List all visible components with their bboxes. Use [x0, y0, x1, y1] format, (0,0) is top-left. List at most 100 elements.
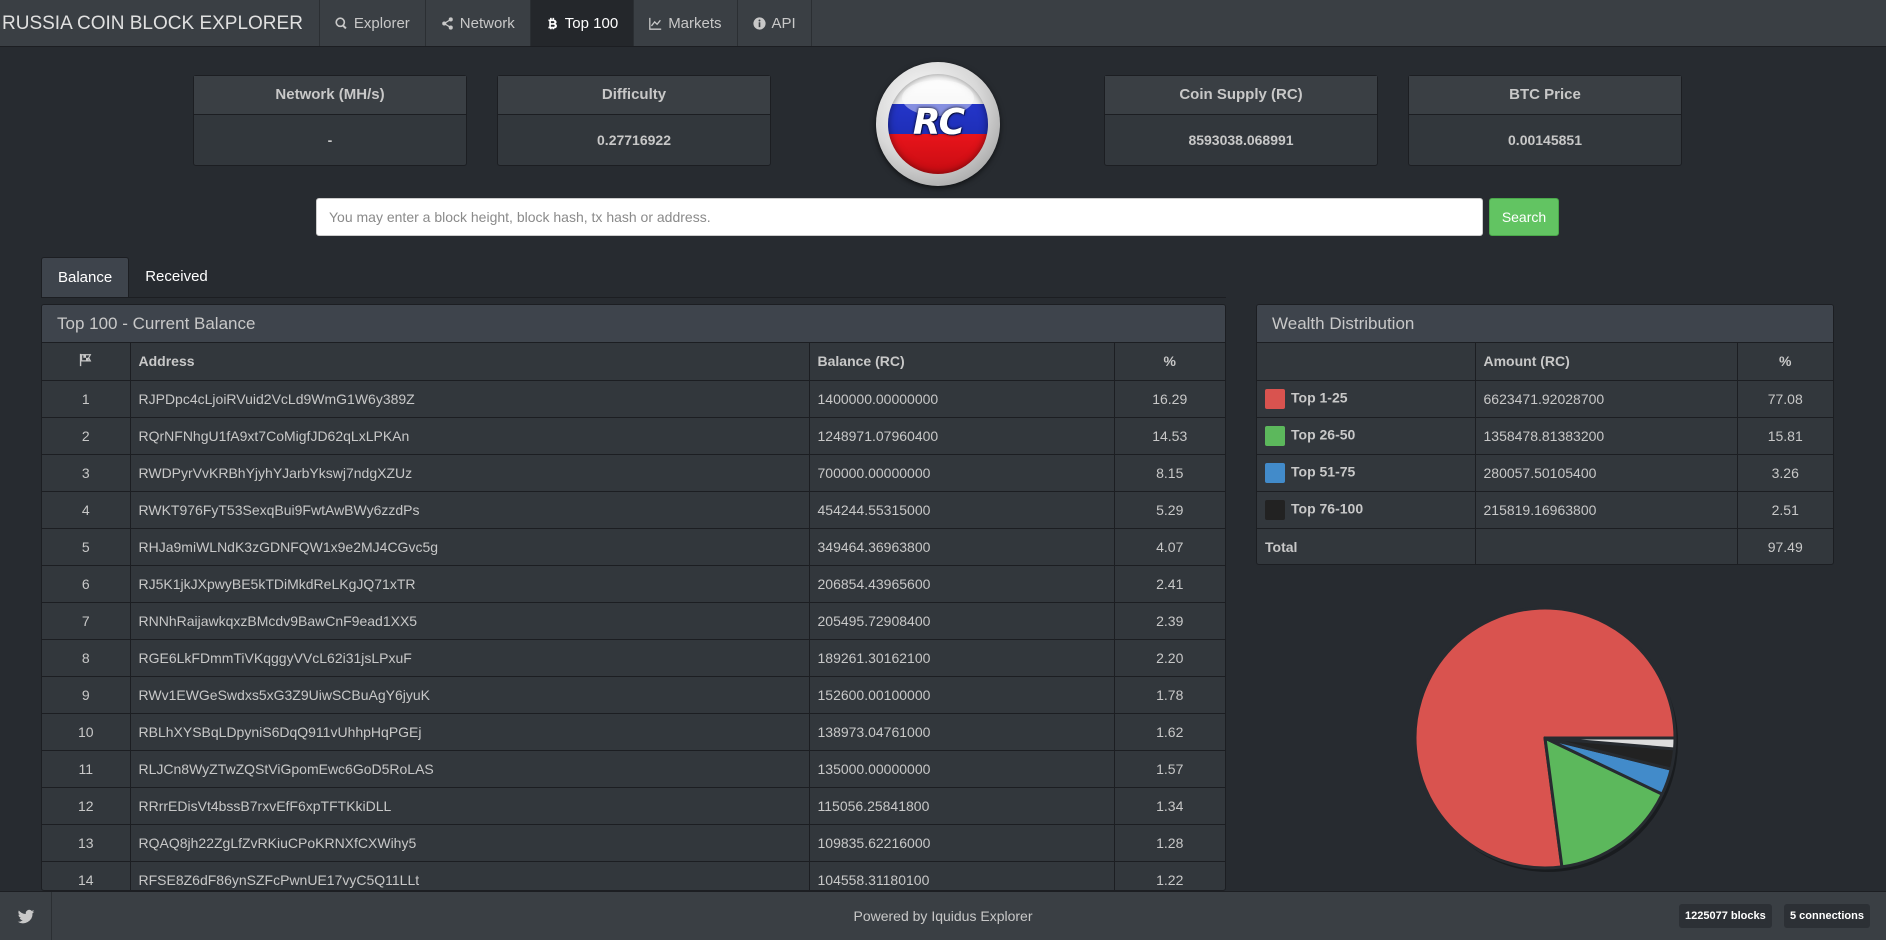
row-balance: 1248971.07960400 — [809, 417, 1115, 455]
row-address[interactable]: RWKT976FyT53SexqBui9FwtAwBWy6zzdPs — [130, 491, 810, 529]
supply-stat-value: 8593038.068991 — [1188, 132, 1294, 148]
blocks-count-badge: 1225077 blocks — [1679, 904, 1772, 928]
tier-percent: 3.26 — [1737, 454, 1833, 492]
row-address[interactable]: RQAQ8jh22ZgLfZvRKiuCPoKRNXfCXWihy5 — [130, 824, 810, 862]
share-icon — [442, 16, 453, 30]
tier-label: Top 51-75 — [1291, 463, 1356, 480]
row-percent: 1.78 — [1114, 676, 1225, 714]
nav-markets[interactable]: Markets — [633, 0, 736, 46]
row-address[interactable]: RRrrEDisVt4bssB7rxvEfF6xpTFTKkiDLL — [130, 787, 810, 825]
tier-column-header — [1257, 343, 1476, 381]
network-stat-value: - — [327, 132, 333, 148]
row-rank: 13 — [42, 824, 131, 862]
row-balance: 700000.00000000 — [809, 454, 1115, 492]
table-row: 6 RJ5K1jkJXpwyBE5kTDiMkdReLKgJQ71xTR 20685… — [42, 565, 1225, 603]
total-amount — [1475, 528, 1738, 564]
table-row: 3 RWDPyrVvKRBhYjyhYJarbYkswj7ndgXZUz 70000… — [42, 454, 1225, 492]
row-address[interactable]: RLJCn8WyZTwZQStViGpomEwc6GoD5RoLAS — [130, 750, 810, 788]
tab-balance[interactable]: Balance — [41, 257, 130, 297]
network-stat-label: Network (MH/s) — [194, 76, 466, 115]
tier-percent: 15.81 — [1737, 417, 1833, 455]
difficulty-stat-label: Difficulty — [498, 76, 770, 115]
row-balance: 349464.36963800 — [809, 528, 1115, 566]
row-percent: 1.34 — [1114, 787, 1225, 825]
row-address[interactable]: RJPDpc4cLjoiRVuid2VcLd9WmG1W6y389Z — [130, 380, 810, 418]
row-rank: 14 — [42, 861, 131, 890]
difficulty-stat-box: Difficulty 0.27716922 — [497, 75, 771, 166]
row-address[interactable]: RQrNFNhgU1fA9xt7CoMigfJD62qLxLPKAn — [130, 417, 810, 455]
balance-panel: Top 100 - Current Balance Address Balanc… — [41, 304, 1226, 891]
row-percent: 2.20 — [1114, 639, 1225, 677]
supply-stat-label: Coin Supply (RC) — [1105, 76, 1377, 115]
tier-cell: Top 76-100 — [1257, 491, 1476, 529]
row-percent: 1.22 — [1114, 861, 1225, 890]
tier-label: Top 76-100 — [1291, 500, 1364, 517]
tier-label: Top 1-25 — [1291, 389, 1348, 406]
row-percent: 2.39 — [1114, 602, 1225, 640]
row-rank: 10 — [42, 713, 131, 751]
table-row: 11 RLJCn8WyZTwZQStViGpomEwc6GoD5RoLAS 1350… — [42, 750, 1225, 788]
nav-api[interactable]: API — [736, 0, 812, 46]
row-percent: 14.53 — [1114, 417, 1225, 455]
wealth-row: Top 1-25 6623471.92028700 77.08 — [1257, 380, 1833, 418]
nav-network[interactable]: Network — [424, 0, 530, 46]
btc-price-stat-label: BTC Price — [1409, 76, 1681, 115]
powered-by-text: Powered by Iquidus Explorer — [853, 908, 1033, 924]
tab-received[interactable]: Received — [129, 257, 224, 297]
row-address[interactable]: RWDPyrVvKRBhYjyhYJarbYkswj7ndgXZUz — [130, 454, 810, 492]
wealth-panel-title: Wealth Distribution — [1257, 305, 1833, 343]
row-rank: 4 — [42, 491, 131, 529]
legend-swatch — [1265, 425, 1285, 446]
bitcoin-icon — [548, 17, 557, 29]
row-rank: 11 — [42, 750, 131, 788]
wealth-row: Top 76-100 215819.16963800 2.51 — [1257, 491, 1833, 529]
row-address[interactable]: RFSE8Z6dF86ynSZFcPwnUE17vyC5Q11LLt — [130, 861, 810, 890]
table-row: 12 RRrrEDisVt4bssB7rxvEfF6xpTFTKkiDLL 1150… — [42, 787, 1225, 825]
btc-price-stat-value: 0.00145851 — [1508, 132, 1582, 148]
brand-title[interactable]: RUSSIA COIN BLOCK EXPLORER — [0, 0, 319, 46]
row-address[interactable]: RHJa9miWLNdK3zGDNFQW1x9e2MJ4CGvc5g — [130, 528, 810, 566]
twitter-link[interactable] — [0, 892, 52, 940]
nav-explorer[interactable]: Explorer — [318, 0, 425, 46]
coin-logo: RC — [876, 62, 1000, 186]
balance-panel-title: Top 100 - Current Balance — [42, 305, 1225, 343]
row-address[interactable]: RBLhXYSBqLDpyniS6DqQ911vUhhpHqPGEj — [130, 713, 810, 751]
wealth-panel: Wealth Distribution Amount (RC) % Top 1-… — [1256, 304, 1834, 565]
table-row: 1 RJPDpc4cLjoiRVuid2VcLd9WmG1W6y389Z 14000… — [42, 380, 1225, 418]
wealth-row: Top 51-75 280057.50105400 3.26 — [1257, 454, 1833, 492]
row-balance: 206854.43965600 — [809, 565, 1115, 603]
total-percent: 97.49 — [1737, 528, 1833, 564]
row-rank: 6 — [42, 565, 131, 603]
nav-top100-label: Top 100 — [564, 14, 619, 32]
nav-markets-label: Markets — [668, 14, 722, 32]
row-rank: 2 — [42, 417, 131, 455]
row-rank: 8 — [42, 639, 131, 677]
coin-logo-text: RC — [912, 102, 965, 143]
wealth-row: Top 26-50 1358478.81383200 15.81 — [1257, 417, 1833, 455]
search-button[interactable]: Search — [1489, 198, 1559, 236]
nav-top100[interactable]: Top 100 — [529, 0, 634, 46]
row-address[interactable]: RGE6LkFDmmTiVKqggyVVcL62i31jsLPxuF — [130, 639, 810, 677]
rank-column-header — [42, 343, 131, 381]
info-icon — [752, 16, 766, 30]
tier-amount: 215819.16963800 — [1475, 491, 1738, 529]
difficulty-stat-value: 0.27716922 — [597, 132, 671, 148]
table-row: 4 RWKT976FyT53SexqBui9FwtAwBWy6zzdPs 45424… — [42, 491, 1225, 529]
coin-logo-inner: RC — [888, 74, 988, 174]
row-address[interactable]: RJ5K1jkJXpwyBE5kTDiMkdReLKgJQ71xTR — [130, 565, 810, 603]
search-input[interactable] — [316, 198, 1483, 236]
row-rank: 12 — [42, 787, 131, 825]
table-row: 13 RQAQ8jh22ZgLfZvRKiuCPoKRNXfCXWihy5 1098… — [42, 824, 1225, 862]
row-percent: 1.28 — [1114, 824, 1225, 862]
row-address[interactable]: RNNhRaijawkqxzBMcdv9BawCnF9ead1XX5 — [130, 602, 810, 640]
row-rank: 7 — [42, 602, 131, 640]
row-address[interactable]: RWv1EWGeSwdxs5xG3Z9UiwSCBuAgY6jyuK — [130, 676, 810, 714]
table-row: 10 RBLhXYSBqLDpyniS6DqQ911vUhhpHqPGEj 1389… — [42, 713, 1225, 751]
row-balance: 454244.55315000 — [809, 491, 1115, 529]
footer: Powered by Iquidus Explorer 1225077 bloc… — [0, 891, 1886, 940]
nav-network-label: Network — [459, 14, 515, 32]
row-percent: 4.07 — [1114, 528, 1225, 566]
table-row: 14 RFSE8Z6dF86ynSZFcPwnUE17vyC5Q11LLt 1045… — [42, 861, 1225, 890]
flag-icon — [79, 353, 92, 366]
tier-percent: 2.51 — [1737, 491, 1833, 529]
